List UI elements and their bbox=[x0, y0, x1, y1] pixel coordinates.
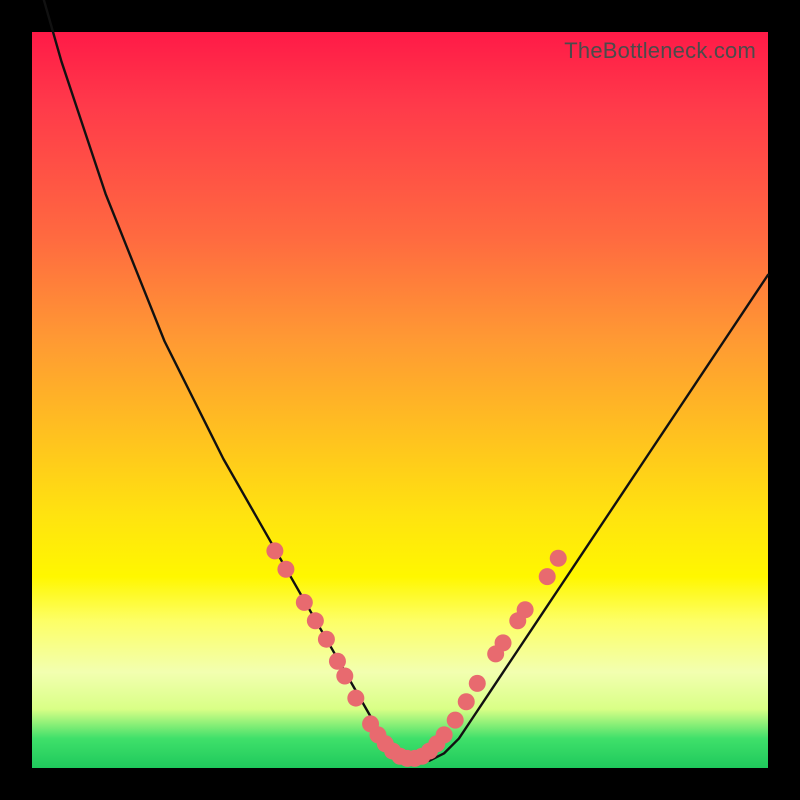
data-marker bbox=[550, 550, 567, 567]
data-marker bbox=[447, 712, 464, 729]
bottleneck-curve bbox=[32, 0, 768, 761]
data-marker bbox=[266, 542, 283, 559]
chart-frame: TheBottleneck.com bbox=[0, 0, 800, 800]
data-marker bbox=[347, 690, 364, 707]
plot-area: TheBottleneck.com bbox=[32, 32, 768, 768]
marker-group bbox=[266, 542, 566, 767]
data-marker bbox=[318, 631, 335, 648]
data-marker bbox=[458, 693, 475, 710]
data-marker bbox=[495, 634, 512, 651]
data-marker bbox=[469, 675, 486, 692]
data-marker bbox=[517, 601, 534, 618]
data-marker bbox=[277, 561, 294, 578]
data-marker bbox=[539, 568, 556, 585]
data-marker bbox=[436, 726, 453, 743]
data-marker bbox=[329, 653, 346, 670]
curve-layer bbox=[32, 32, 768, 768]
data-marker bbox=[336, 668, 353, 685]
data-marker bbox=[307, 612, 324, 629]
data-marker bbox=[296, 594, 313, 611]
